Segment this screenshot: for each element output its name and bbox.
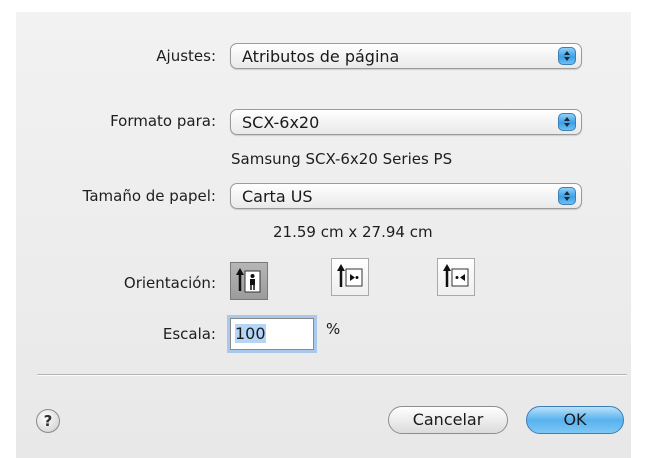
printer-description: Samsung SCX-6x20 Series PS (231, 150, 453, 168)
page-setup-dialog: Ajustes: Atributos de página Formato par… (0, 0, 645, 458)
landscape-orientation-icon (337, 264, 363, 287)
portrait-orientation-icon (236, 268, 261, 293)
help-icon: ? (43, 412, 53, 430)
paper-size-popup-value: Carta US (242, 187, 313, 206)
settings-popup-value: Atributos de página (242, 47, 400, 66)
orientation-landscape-button[interactable] (331, 258, 369, 296)
help-button[interactable]: ? (36, 409, 60, 433)
scale-unit: % (326, 320, 341, 338)
scale-input[interactable]: 100 (230, 318, 314, 350)
orientation-portrait-button[interactable] (230, 262, 268, 300)
settings-label: Ajustes: (156, 47, 216, 65)
scale-value: 100 (235, 324, 266, 343)
ok-button[interactable]: OK (526, 406, 624, 434)
scale-label: Escala: (162, 325, 216, 343)
left-frame (0, 0, 16, 458)
paper-size-popup[interactable]: Carta US (230, 183, 582, 209)
chevron-updown-icon (558, 113, 576, 131)
right-frame (631, 0, 645, 458)
chevron-updown-icon (558, 47, 576, 65)
paper-dimensions: 21.59 cm x 27.94 cm (273, 223, 433, 241)
divider (37, 374, 627, 376)
format-for-popup[interactable]: SCX-6x20 (230, 109, 582, 135)
top-frame (0, 0, 645, 12)
orientation-label: Orientación: (123, 274, 216, 292)
chevron-updown-icon (558, 187, 576, 205)
paper-size-label: Tamaño de papel: (82, 187, 216, 205)
reverse-landscape-orientation-icon (443, 264, 469, 287)
settings-popup[interactable]: Atributos de página (230, 43, 582, 69)
cancel-button[interactable]: Cancelar (388, 406, 508, 434)
format-for-popup-value: SCX-6x20 (242, 113, 320, 132)
orientation-reverse-landscape-button[interactable] (437, 258, 475, 296)
format-for-label: Formato para: (110, 112, 216, 130)
